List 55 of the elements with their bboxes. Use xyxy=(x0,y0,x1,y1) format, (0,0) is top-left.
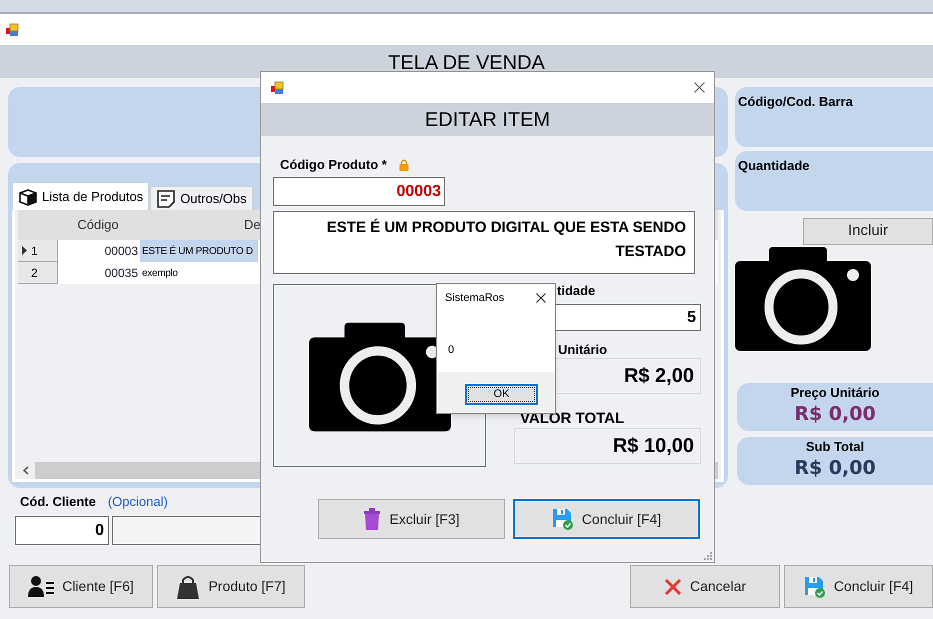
resize-grip-icon[interactable] xyxy=(703,551,712,560)
unit-price-label: Preço Unitário xyxy=(790,385,880,401)
column-header[interactable]: Código xyxy=(58,215,138,235)
camera-icon xyxy=(735,245,871,351)
quantity-label: tidade xyxy=(557,284,596,300)
subtotal-value: R$ 0,00 xyxy=(794,456,876,481)
dialog-title: EDITAR ITEM xyxy=(424,108,550,132)
total-field: R$ 10,00 xyxy=(514,428,701,464)
add-button[interactable]: Incluir xyxy=(803,218,933,245)
app-icon xyxy=(5,22,19,36)
close-icon[interactable] xyxy=(694,82,705,93)
shopping-bag-icon xyxy=(176,574,200,598)
column-header[interactable]: De xyxy=(244,215,261,235)
tab[interactable]: Lista de Produtos xyxy=(13,183,148,210)
close-icon[interactable] xyxy=(536,293,546,303)
row-number: 1 xyxy=(31,242,38,260)
floppy-check-icon xyxy=(804,576,826,598)
table-cell-text: 00003 xyxy=(104,243,139,260)
optional-hint: (Opcional) xyxy=(108,493,168,512)
row-header[interactable]: 2 xyxy=(18,262,58,284)
quantity-label: Quantidade xyxy=(738,158,810,173)
current-row-icon xyxy=(22,246,27,255)
screen-title: TELA DE VENDA xyxy=(388,51,545,75)
message-text: 0 xyxy=(448,344,454,356)
scroll-left-icon[interactable] xyxy=(18,462,35,479)
description-field[interactable]: ESTE É UM PRODUTO DIGITAL QUE ESTA SENDO TESTADO xyxy=(273,211,695,274)
confirm-button[interactable]: Concluir [F4] xyxy=(784,565,933,608)
customer-code-field[interactable]: 0 xyxy=(15,516,109,545)
unit-price-label: Unitário xyxy=(558,341,608,358)
box-icon xyxy=(18,188,38,206)
tab[interactable]: Outros/Obs xyxy=(150,186,253,210)
table-cell: ESTE É UM PRODUTO D xyxy=(140,240,258,262)
floppy-check-icon xyxy=(552,508,574,530)
barcode-label: Código/Cod. Barra xyxy=(738,94,853,109)
action-button[interactable]: Cliente [F6] xyxy=(9,565,153,608)
table-cell-text: 00035 xyxy=(104,265,139,282)
unit-price-value: R$ 0,00 xyxy=(794,402,876,427)
table-cell-text: exemplo xyxy=(141,266,179,280)
trash-icon xyxy=(363,508,382,530)
message-box-title: SistemaRos xyxy=(445,290,504,306)
customer-code-label: Cód. Cliente xyxy=(20,493,96,512)
delete-button[interactable]: Excluir [F3] xyxy=(318,499,505,539)
close-icon xyxy=(664,578,682,596)
product-code-label: Código Produto * xyxy=(280,156,387,174)
ok-button[interactable]: OK xyxy=(465,384,538,405)
confirm-button[interactable]: Concluir [F4] xyxy=(513,499,700,539)
row-number: 2 xyxy=(31,264,38,282)
row-header[interactable]: 1 xyxy=(18,240,58,262)
user-list-icon xyxy=(28,574,54,598)
product-code-field[interactable]: 00003 xyxy=(273,177,445,206)
app-icon xyxy=(270,80,284,94)
cancel-button[interactable]: Cancelar xyxy=(630,565,780,608)
subtotal-label: Sub Total xyxy=(806,439,864,455)
note-icon xyxy=(156,188,176,208)
action-button[interactable]: Produto [F7] xyxy=(157,565,305,608)
